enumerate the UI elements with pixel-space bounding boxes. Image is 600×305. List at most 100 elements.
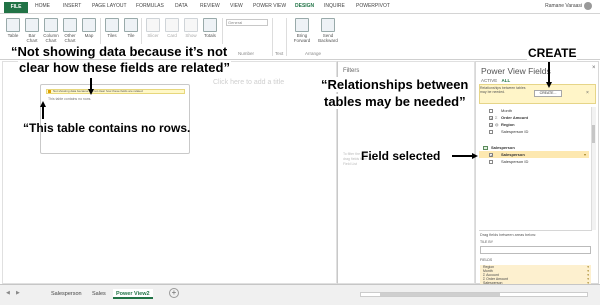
group-text: Text — [275, 51, 284, 56]
list-item[interactable]: Salesperson ▾ — [479, 151, 589, 159]
group-number: Number — [238, 51, 255, 56]
annotation-arrow — [548, 62, 550, 82]
tab-power-view[interactable]: POWER VIEW — [253, 3, 286, 9]
bring-forward-button[interactable]: Bring Forward — [290, 18, 314, 43]
number-format-select[interactable]: General — [226, 19, 268, 26]
sigma-icon: Σ — [495, 115, 498, 120]
close-icon[interactable]: × — [592, 65, 596, 71]
globe-icon: ◍ — [495, 122, 499, 127]
annotation-not-showing-line2: clear how these fields are related” — [18, 60, 231, 75]
annotation-not-showing-line1: “Not showing data because it’s not — [10, 44, 229, 59]
tab-formulas[interactable]: FORMULAS — [136, 3, 164, 9]
bar-chart-label: Bar Chart — [26, 33, 38, 43]
list-item[interactable]: Salesperson ID — [479, 158, 589, 165]
field-label: Month — [501, 108, 513, 113]
tab-insert[interactable]: INSERT — [63, 3, 81, 9]
bar-chart-icon — [25, 18, 39, 32]
field-label: Salesperson — [501, 152, 525, 157]
tile-button[interactable]: Tile — [122, 18, 140, 38]
annotation-arrow — [42, 107, 44, 119]
other-chart-button[interactable]: Other Chart — [61, 18, 79, 43]
list-item[interactable]: Month — [479, 107, 589, 114]
sheet-tab-power-view2[interactable]: Power View2 — [113, 289, 153, 299]
table-visualization[interactable] — [40, 84, 190, 154]
create-button[interactable]: CREATE... — [534, 90, 562, 97]
checkbox[interactable] — [489, 108, 493, 113]
scroll-right-icon[interactable]: ▶ — [16, 290, 20, 296]
other-chart-label: Other Chart — [64, 33, 76, 43]
tiles-icon — [105, 18, 119, 32]
tab-all[interactable]: ALL — [502, 78, 511, 83]
annotation-arrowhead — [88, 89, 94, 95]
column-chart-button[interactable]: Column Chart — [42, 18, 60, 43]
slicer-button[interactable]: Slicer — [144, 18, 162, 38]
tile-icon — [124, 18, 138, 32]
annotation-relationships-line1: “Relationships between — [320, 77, 470, 92]
tab-data[interactable]: DATA — [175, 3, 188, 9]
table-header-salesperson[interactable]: Salesperson — [479, 144, 589, 151]
sheet-tab-sales[interactable]: Sales — [89, 289, 109, 299]
add-sheet-button[interactable]: + — [169, 288, 179, 298]
map-button[interactable]: Map — [80, 18, 98, 38]
tab-inquire[interactable]: INQUIRE — [324, 3, 345, 9]
annotation-arrowhead — [472, 153, 478, 159]
filters-title: Filters — [343, 68, 360, 74]
tab-home[interactable]: HOME — [35, 3, 50, 9]
bar-chart-button[interactable]: Bar Chart — [23, 18, 41, 43]
relationships-text: Relationships between tables may be need… — [480, 86, 526, 94]
tab-page-layout[interactable]: PAGE LAYOUT — [92, 3, 127, 9]
tab-view[interactable]: VIEW — [230, 3, 243, 9]
tile-label: Tile — [127, 33, 135, 38]
sheet-tab-salesperson[interactable]: Salesperson — [48, 289, 85, 299]
totals-icon — [203, 18, 217, 32]
list-item[interactable]: Salesperson ID — [479, 128, 589, 135]
scroll-left-icon[interactable]: ◀ — [6, 290, 10, 296]
ribbon-separator — [272, 18, 273, 56]
avatar[interactable] — [584, 2, 592, 10]
totals-button[interactable]: Totals — [201, 18, 219, 38]
annotation-create: CREATE — [527, 46, 578, 60]
chevron-down-icon[interactable]: ▾ — [584, 151, 586, 158]
table-button[interactable]: Table — [4, 18, 22, 38]
field-label: Salesperson ID — [501, 159, 529, 164]
card-button[interactable]: Card — [163, 18, 181, 38]
list-item[interactable]: Σ Order Amount — [479, 114, 589, 122]
no-rows-text: This table contains no rows. — [48, 97, 92, 101]
annotation-arrowhead — [546, 82, 552, 88]
power-view-fields-pane: Power View Fields × ACTIVE ALL Relations… — [475, 61, 599, 285]
warning-icon — [48, 90, 51, 93]
power-view-canvas[interactable]: Click here to add a title Not showing da… — [2, 61, 337, 284]
tab-design[interactable]: DESIGN — [295, 3, 314, 9]
card-label: Card — [167, 33, 177, 38]
checkbox[interactable] — [489, 115, 493, 122]
scrollbar-thumb[interactable] — [592, 125, 595, 143]
tab-active[interactable]: ACTIVE — [481, 78, 497, 83]
bring-forward-icon — [295, 18, 309, 32]
tab-review[interactable]: REVIEW — [200, 3, 220, 9]
tile-by-label: TILE BY — [480, 240, 494, 244]
checkbox[interactable] — [489, 129, 493, 134]
show-button[interactable]: Show — [182, 18, 200, 38]
table-icon — [483, 146, 488, 150]
scrollbar-thumb[interactable] — [380, 293, 500, 296]
checkbox[interactable] — [489, 122, 493, 129]
user-name[interactable]: Ramane Varaasi — [545, 3, 582, 9]
checkbox[interactable] — [489, 159, 493, 164]
close-icon[interactable]: × — [586, 90, 589, 96]
checkbox[interactable] — [489, 152, 493, 159]
fields-drop-zone[interactable]: Region ▾ Month ▾ Σ Account ▾ Σ Order Amount… — [480, 265, 591, 285]
send-backward-button[interactable]: Send Backward — [316, 18, 340, 43]
tiles-button[interactable]: Tiles — [103, 18, 121, 38]
file-tab[interactable]: FILE — [4, 2, 28, 13]
table-label: Salesperson — [491, 145, 515, 150]
sheet-tab-bar: ◀ ▶ Salesperson Sales Power View2 + — [0, 284, 600, 305]
table-button-label: Table — [7, 33, 19, 38]
column-chart-label: Column Chart — [43, 33, 59, 43]
not-showing-data-message: Not showing data because it's not clear … — [46, 89, 185, 94]
view-title-placeholder[interactable]: Click here to add a title — [213, 79, 284, 86]
list-item[interactable]: ◍ Region — [479, 121, 589, 129]
tab-powerpivot[interactable]: POWERPIVOT — [356, 3, 390, 9]
send-backward-icon — [321, 18, 335, 32]
tile-by-drop-zone[interactable] — [480, 246, 591, 254]
annotation-relationships-line2: tables may be needed” — [323, 94, 467, 109]
